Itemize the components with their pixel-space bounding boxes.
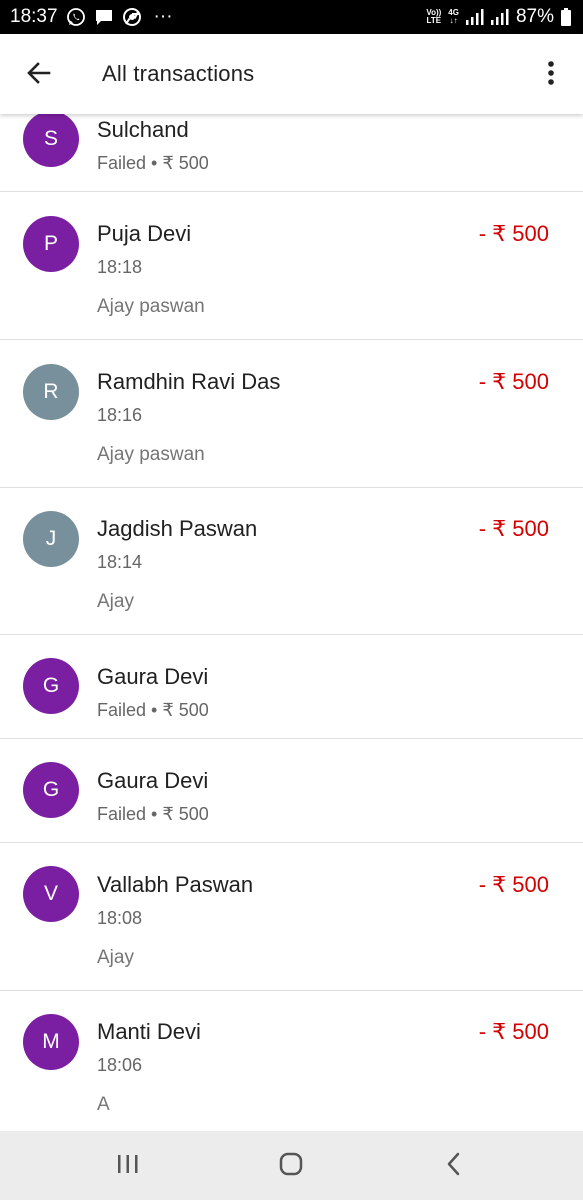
payee-name: Manti Devi <box>97 1019 201 1044</box>
avatar: J <box>23 511 79 567</box>
transaction-time: 18:06 <box>97 1055 143 1075</box>
payee-name: Sulchand <box>97 117 189 142</box>
signal-icon <box>465 9 484 25</box>
transaction-time: 18:18 <box>97 257 143 277</box>
avatar: R <box>23 364 79 420</box>
volte-indicator: Vo)) LTE <box>426 8 442 25</box>
battery-icon <box>561 8 571 26</box>
transaction-amount: - ₹ 500 <box>478 1019 549 1044</box>
avatar: V <box>23 866 79 922</box>
avatar: P <box>23 216 79 272</box>
status-time: 18:37 <box>10 6 58 27</box>
payee-name: Jagdish Paswan <box>97 516 258 541</box>
message-icon <box>94 8 114 26</box>
chrome-icon <box>122 7 142 27</box>
avatar: M <box>23 1014 79 1070</box>
transaction-row[interactable]: M Manti Devi - ₹ 500 18:06 A <box>0 991 583 1131</box>
network-type-indicator: 4G ↓↑ <box>448 8 459 25</box>
status-bar: 18:37 ··· Vo)) LTE 4G ↓↑ 87% <box>0 0 583 34</box>
transaction-amount: - ₹ 500 <box>478 221 549 246</box>
transaction-amount: - ₹ 500 <box>478 516 549 541</box>
transaction-status: Failed • ₹ 500 <box>97 804 209 824</box>
transaction-row[interactable]: J Jagdish Paswan - ₹ 500 18:14 Ajay <box>0 488 583 635</box>
transaction-status: Failed • ₹ 500 <box>97 153 209 173</box>
transaction-time: 18:16 <box>97 405 143 425</box>
more-vert-icon <box>547 60 555 91</box>
transaction-note: Ajay paswan <box>97 296 205 317</box>
transaction-time: 18:08 <box>97 908 143 928</box>
transaction-row[interactable]: P Puja Devi - ₹ 500 18:18 Ajay paswan <box>0 192 583 340</box>
recents-icon <box>116 1153 140 1180</box>
signal-icon-sim2 <box>490 9 509 25</box>
transaction-row[interactable]: R Ramdhin Ravi Das - ₹ 500 18:16 Ajay pa… <box>0 340 583 488</box>
nav-back-button[interactable] <box>432 1151 476 1181</box>
battery-percent: 87% <box>515 6 554 27</box>
payee-name: Puja Devi <box>97 221 192 246</box>
transaction-row[interactable]: G Gaura Devi Failed • ₹ 500 <box>0 739 583 843</box>
transaction-time: 18:14 <box>97 552 143 572</box>
home-icon <box>278 1151 304 1182</box>
transaction-row[interactable]: G Gaura Devi Failed • ₹ 500 <box>0 635 583 739</box>
transaction-status: Failed • ₹ 500 <box>97 700 209 720</box>
transaction-row[interactable]: S Sulchand Failed • ₹ 500 <box>0 114 583 192</box>
payee-name: Gaura Devi <box>97 664 209 689</box>
transaction-note: Ajay paswan <box>97 444 205 465</box>
arrow-back-icon <box>26 60 52 91</box>
transaction-row[interactable]: V Vallabh Paswan - ₹ 500 18:08 Ajay <box>0 843 583 991</box>
app-bar: All transactions <box>0 34 583 114</box>
transaction-note: Ajay <box>97 591 134 612</box>
avatar: G <box>23 658 79 714</box>
transaction-note: A <box>97 1094 110 1115</box>
overflow-notifications: ··· <box>153 6 173 27</box>
transaction-amount: - ₹ 500 <box>478 872 549 897</box>
more-options-button[interactable] <box>536 58 566 92</box>
avatar: G <box>23 762 79 818</box>
payee-name: Ramdhin Ravi Das <box>97 369 281 394</box>
transaction-list[interactable]: S Sulchand Failed • ₹ 500 P Puja Devi - … <box>0 114 583 1131</box>
avatar: S <box>23 114 79 167</box>
system-nav-bar <box>0 1131 583 1200</box>
whatsapp-icon <box>66 7 86 27</box>
payee-name: Vallabh Paswan <box>97 872 254 897</box>
payee-name: Gaura Devi <box>97 768 209 793</box>
back-button[interactable] <box>22 58 56 92</box>
home-button[interactable] <box>269 1151 313 1181</box>
transaction-note: Ajay <box>97 947 134 968</box>
transaction-amount: - ₹ 500 <box>478 369 549 394</box>
nav-back-icon <box>445 1152 463 1181</box>
recents-button[interactable] <box>106 1151 150 1181</box>
page-title: All transactions <box>102 61 255 86</box>
